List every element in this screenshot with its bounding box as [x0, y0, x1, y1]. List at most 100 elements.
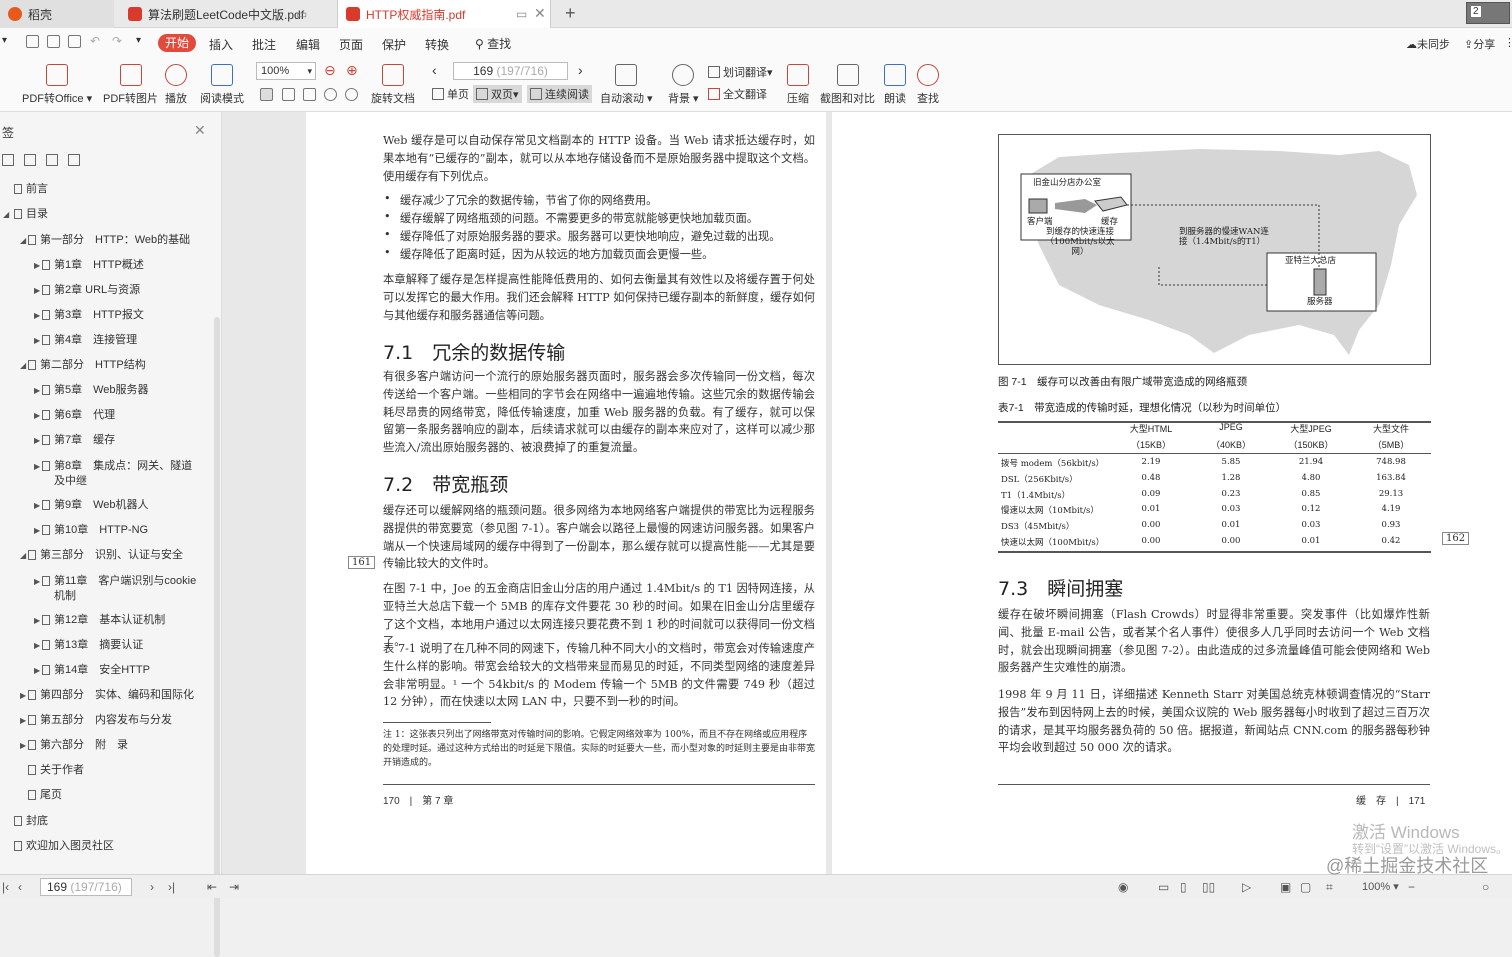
expand-arrow-icon[interactable]: ▶ [20, 738, 26, 753]
expand-arrow-icon[interactable]: ◢ [20, 548, 26, 563]
play-button[interactable]: 播放 [165, 64, 187, 106]
tab-leetcode-pdf[interactable]: 算法刷题LeetCode中文版.pdf ▭ [120, 0, 332, 28]
zoom-select[interactable]: 100% ▾ [256, 62, 316, 80]
expand-arrow-icon[interactable]: ▶ [34, 258, 40, 273]
menu-insert[interactable]: 插入 [209, 36, 233, 53]
play-icon[interactable]: ▷ [1242, 880, 1251, 894]
zoom-out-icon[interactable]: ⊖ [324, 62, 336, 79]
tab-docer[interactable]: 稻壳 [0, 0, 114, 28]
pin-icon[interactable]: ▭ [516, 7, 527, 21]
expand-arrow-icon[interactable]: ▶ [34, 408, 40, 423]
rotate-left-icon[interactable] [324, 88, 337, 101]
expand-arrow-icon[interactable]: ▶ [34, 333, 40, 348]
window-thumbnail[interactable]: 2 [1466, 2, 1510, 24]
screenshot-compare-button[interactable]: 截图和对比 [820, 64, 875, 106]
add-bookmark-icon[interactable] [46, 154, 58, 166]
close-icon[interactable]: ✕ [534, 5, 546, 22]
fit-width-icon[interactable]: ▣ [1280, 880, 1291, 894]
expand-arrow-icon[interactable]: ▶ [34, 613, 40, 628]
zoom-out-icon[interactable]: − [1408, 880, 1415, 894]
page-number-input[interactable]: 169 (197/716) [453, 62, 568, 80]
redo-icon[interactable]: ↷ [112, 34, 122, 48]
open-icon[interactable] [26, 35, 39, 48]
fit-page-icon[interactable]: ▢ [1300, 880, 1311, 894]
menu-annotate[interactable]: 批注 [252, 36, 276, 53]
expand-arrow-icon[interactable]: ▶ [34, 308, 40, 323]
document-viewer[interactable]: Web 缓存是可以自动保存常见文档副本的 HTTP 设备。当 Web 请求抵达缓… [222, 112, 1512, 874]
full-translate-button[interactable]: 全文翻译 [708, 86, 767, 102]
expand-arrow-icon[interactable]: ◢ [3, 207, 9, 222]
prev-page-icon[interactable]: ‹ [18, 880, 22, 894]
menu-search[interactable]: ⚲ 查找 [475, 35, 511, 52]
sync-status[interactable]: ☁未同步 [1406, 36, 1450, 52]
crop-icon[interactable]: ⌗ [1326, 880, 1333, 895]
reading-mode-button[interactable]: 阅读模式 [200, 64, 244, 106]
prev-page-icon[interactable]: ‹ [432, 62, 437, 78]
first-page-icon[interactable]: |‹ [2, 880, 9, 894]
tab-http-pdf[interactable]: HTTP权威指南.pdf ▭ ✕ [337, 0, 551, 28]
single-view-icon[interactable]: ▭ [1158, 880, 1169, 894]
menu-page[interactable]: 页面 [339, 36, 363, 53]
find-button[interactable]: 查找 [917, 64, 939, 106]
next-page-icon[interactable]: › [578, 62, 583, 78]
continuous-view-icon[interactable]: ▯ [1180, 880, 1187, 894]
single-page-button[interactable]: 单页 [432, 86, 469, 102]
menu-convert[interactable]: 转换 [425, 36, 449, 53]
menu-start[interactable]: 开始 [158, 34, 196, 52]
pdf-to-image-button[interactable]: PDF转图片 [103, 64, 158, 106]
menu-edit[interactable]: 编辑 [296, 36, 320, 53]
expand-arrow-icon[interactable]: ▶ [34, 433, 40, 448]
zoom-slider-knob[interactable]: ○ [1482, 880, 1489, 894]
pin-icon[interactable]: ▭ [296, 7, 307, 21]
print-icon[interactable] [68, 35, 81, 48]
sidebar-scrollbar[interactable] [214, 317, 220, 957]
undo-icon[interactable]: ↶ [90, 34, 100, 48]
double-page-button[interactable]: 双页 ▾ [473, 85, 522, 103]
menu-dropdown-icon[interactable]: ▾ [2, 35, 7, 46]
next-page-icon[interactable]: › [150, 880, 154, 894]
toc-label: 前言 [26, 183, 48, 195]
expand-arrow-icon[interactable]: ▶ [34, 638, 40, 653]
crop-icon[interactable] [282, 88, 295, 101]
word-translate-button[interactable]: 划词翻译 ▾ [708, 64, 773, 80]
continuous-button[interactable]: 连续阅读 [527, 85, 592, 103]
share-button[interactable]: ⇪分享 [1464, 36, 1495, 52]
bookmark-icon[interactable] [68, 154, 80, 166]
back-icon[interactable]: ⇤ [207, 880, 217, 894]
expand-all-icon[interactable] [2, 154, 14, 166]
read-aloud-button[interactable]: 朗读 [884, 64, 906, 106]
last-page-icon[interactable]: ›| [168, 880, 175, 894]
expand-arrow-icon[interactable]: ◢ [20, 358, 26, 373]
more-icon[interactable]: ▾ [136, 35, 141, 46]
expand-arrow-icon[interactable]: ▶ [34, 498, 40, 513]
collapse-all-icon[interactable] [24, 154, 36, 166]
new-tab-icon[interactable]: + [565, 3, 576, 24]
more-menu-icon[interactable]: ⋮ [1504, 36, 1512, 49]
double-view-icon[interactable]: ▯▯ [1202, 880, 1215, 894]
save-icon[interactable] [47, 35, 60, 48]
expand-arrow-icon[interactable]: ▶ [34, 283, 40, 298]
expand-arrow-icon[interactable]: ▶ [20, 688, 26, 703]
select-tool-icon[interactable] [260, 88, 273, 101]
eye-icon[interactable]: ◉ [1118, 880, 1128, 894]
close-icon[interactable]: ✕ [194, 122, 206, 139]
auto-scroll-button[interactable]: 自动滚动 ▾ [600, 64, 653, 106]
status-zoom[interactable]: 100% ▾ [1362, 880, 1399, 893]
expand-arrow-icon[interactable]: ▶ [34, 459, 40, 474]
expand-arrow-icon[interactable]: ▶ [34, 523, 40, 538]
forward-icon[interactable]: ⇥ [229, 880, 239, 894]
rotate-doc-button[interactable]: 旋转文档 [371, 64, 415, 106]
expand-arrow-icon[interactable]: ◢ [20, 233, 26, 248]
status-page-input[interactable]: 169 (197/716) [40, 878, 132, 896]
expand-arrow-icon[interactable]: ▶ [20, 713, 26, 728]
expand-arrow-icon[interactable]: ▶ [34, 383, 40, 398]
expand-arrow-icon[interactable]: ▶ [34, 663, 40, 678]
zoom-in-icon[interactable]: ⊕ [346, 62, 358, 79]
fit-page-icon[interactable] [303, 88, 316, 101]
rotate-right-icon[interactable] [345, 88, 358, 101]
menu-protect[interactable]: 保护 [382, 36, 406, 53]
pdf-to-office-button[interactable]: PDF转Office ▾ [22, 64, 92, 106]
background-button[interactable]: 背景 ▾ [668, 64, 699, 106]
compress-button[interactable]: 压缩 [787, 64, 809, 106]
expand-arrow-icon[interactable]: ▶ [34, 574, 40, 589]
